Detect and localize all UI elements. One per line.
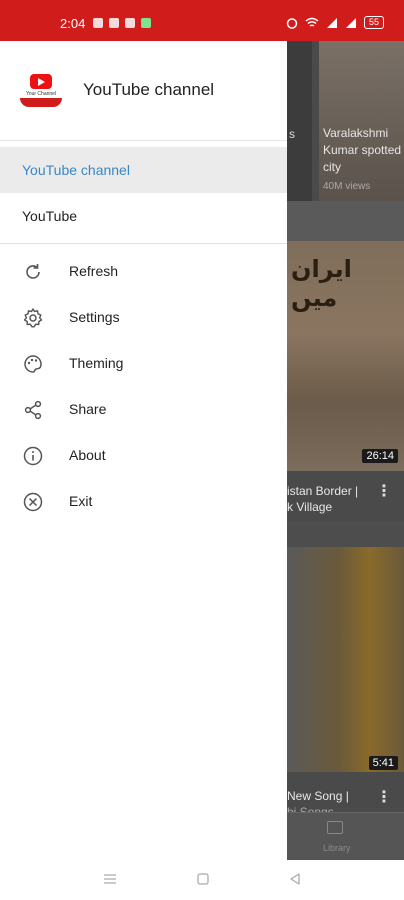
menu-item-share[interactable]: Share xyxy=(0,386,287,432)
background-feed[interactable]: s Varalakshmi Kumar spotted city 40M vie… xyxy=(287,41,404,860)
system-status-icons: 55 xyxy=(286,16,384,29)
video-thumbnail xyxy=(287,41,312,201)
video-thumbnail xyxy=(287,547,404,772)
video-title: New Song | xyxy=(287,789,349,803)
divider xyxy=(0,243,287,244)
video-thumbnail xyxy=(319,41,404,201)
home-icon[interactable] xyxy=(196,872,210,886)
notification-icons xyxy=(93,18,151,28)
notification-icon xyxy=(93,18,103,28)
video-duration: 5:41 xyxy=(368,756,398,770)
close-circle-icon xyxy=(23,492,43,512)
menu-item-theming[interactable]: Theming xyxy=(0,340,287,386)
alarm-icon xyxy=(286,17,298,29)
palette-icon xyxy=(24,355,42,373)
refresh-icon xyxy=(26,264,40,279)
wifi-icon xyxy=(305,17,319,27)
back-icon[interactable] xyxy=(288,872,302,886)
video-title: istan Border | xyxy=(287,484,359,498)
menu-item-exit[interactable]: Exit xyxy=(0,478,287,524)
menu-item-label: Exit xyxy=(69,493,93,509)
signal-icon xyxy=(326,17,337,28)
menu-item-label: Refresh xyxy=(69,263,119,279)
logo-band xyxy=(20,98,62,107)
share-icon xyxy=(24,400,42,420)
video-title: Varalakshmi Kumar spotted city xyxy=(323,126,402,174)
menu-item-settings[interactable]: Settings xyxy=(0,294,287,340)
notification-icon xyxy=(125,18,135,28)
navigation-drawer: Your Channel YouTube channel YouTube cha… xyxy=(0,41,287,860)
drawer-header: Your Channel YouTube channel xyxy=(0,41,287,141)
video-views: 40M views xyxy=(323,181,371,192)
menu-icon[interactable] xyxy=(103,872,117,886)
system-navigation-bar xyxy=(0,860,404,900)
menu-item-label: Settings xyxy=(69,309,120,325)
info-icon xyxy=(23,446,43,466)
nav-item-label: YouTube channel xyxy=(22,162,130,178)
library-label: Library xyxy=(323,843,351,853)
channel-logo: Your Channel xyxy=(18,68,64,114)
divider xyxy=(287,521,404,547)
nav-item-youtube-channel[interactable]: YouTube channel xyxy=(0,147,287,193)
video-title: s xyxy=(289,127,295,141)
library-icon[interactable] xyxy=(327,821,343,834)
drawer-title: YouTube channel xyxy=(83,80,215,99)
video-duration: 26:14 xyxy=(362,449,398,463)
menu-item-label: Share xyxy=(69,401,107,417)
menu-item-label: Theming xyxy=(69,355,124,371)
nav-item-youtube[interactable]: YouTube xyxy=(0,193,287,239)
nav-item-label: YouTube xyxy=(22,208,78,224)
logo-text: Your Channel xyxy=(25,91,57,97)
status-time: 2:04 xyxy=(60,16,86,31)
more-options-icon[interactable]: ⋮ xyxy=(376,481,392,501)
notification-icon xyxy=(141,18,151,28)
gear-icon xyxy=(23,308,43,328)
notification-icon xyxy=(109,18,119,28)
play-icon xyxy=(30,74,52,89)
signal-icon xyxy=(345,17,356,28)
menu-item-refresh[interactable]: Refresh xyxy=(0,248,287,294)
divider xyxy=(287,201,404,241)
menu-item-label: About xyxy=(69,447,106,463)
video-title: k Village xyxy=(287,500,333,514)
thumbnail-overlay-text: ایران میں xyxy=(291,256,352,312)
status-bar: 2:04 55 xyxy=(0,0,404,41)
battery-icon: 55 xyxy=(363,16,384,29)
menu-item-about[interactable]: About xyxy=(0,432,287,478)
more-options-icon[interactable]: ⋮ xyxy=(376,787,392,807)
